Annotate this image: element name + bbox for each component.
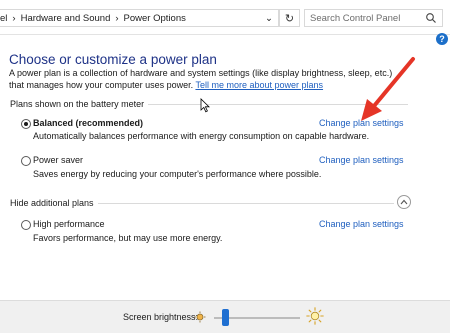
radio-high-performance[interactable] bbox=[21, 220, 31, 230]
help-button[interactable]: ? bbox=[436, 33, 448, 45]
chevron-right-icon: › bbox=[115, 12, 119, 24]
search-icon bbox=[426, 13, 436, 23]
plan-balanced-desc: Automatically balances performance with … bbox=[33, 131, 370, 141]
change-plan-settings-power-saver[interactable]: Change plan settings bbox=[319, 155, 404, 165]
page-title: Choose or customize a power plan bbox=[9, 52, 217, 67]
plan-balanced-name[interactable]: Balanced (recommended) bbox=[33, 118, 143, 128]
search-input[interactable]: Search Control Panel bbox=[304, 9, 443, 27]
plan-high-performance-name[interactable]: High performance bbox=[33, 219, 105, 229]
bright-brightness-icon bbox=[306, 307, 324, 325]
status-bar: Screen brightness: bbox=[0, 300, 450, 333]
chevron-right-icon: › bbox=[12, 12, 16, 24]
plan-power-saver-desc: Saves energy by reducing your computer's… bbox=[33, 169, 322, 179]
dim-brightness-icon bbox=[194, 311, 206, 323]
brightness-slider-thumb[interactable] bbox=[222, 309, 229, 326]
chevron-down-icon[interactable]: ⌄ bbox=[265, 13, 273, 24]
battery-meter-header: Plans shown on the battery meter bbox=[10, 99, 149, 109]
change-plan-settings-high-performance[interactable]: Change plan settings bbox=[319, 219, 404, 229]
mouse-cursor-icon bbox=[200, 98, 210, 113]
plan-power-saver-name[interactable]: Power saver bbox=[33, 155, 83, 165]
page-description: A power plan is a collection of hardware… bbox=[9, 68, 409, 91]
collapse-button[interactable] bbox=[397, 195, 411, 209]
radio-balanced[interactable] bbox=[21, 119, 31, 129]
breadcrumb[interactable]: el › Hardware and Sound › Power Options … bbox=[0, 9, 279, 27]
hide-additional-plans-header: Hide additional plans bbox=[10, 198, 98, 208]
refresh-button[interactable]: ↻ bbox=[279, 9, 300, 27]
address-bar: el › Hardware and Sound › Power Options … bbox=[0, 0, 450, 35]
screen-brightness-label: Screen brightness: bbox=[123, 312, 199, 322]
search-placeholder: Search Control Panel bbox=[310, 12, 401, 24]
breadcrumb-partial[interactable]: el bbox=[0, 13, 7, 24]
radio-power-saver[interactable] bbox=[21, 156, 31, 166]
annotation-arrow-icon bbox=[361, 57, 415, 121]
plan-high-performance-desc: Favors performance, but may use more ene… bbox=[33, 233, 223, 243]
chevron-up-icon bbox=[400, 199, 408, 205]
breadcrumb-hardware-and-sound[interactable]: Hardware and Sound bbox=[21, 13, 111, 24]
breadcrumb-power-options[interactable]: Power Options bbox=[124, 13, 186, 24]
tell-me-more-link[interactable]: Tell me more about power plans bbox=[195, 80, 323, 90]
refresh-icon: ↻ bbox=[284, 12, 295, 25]
